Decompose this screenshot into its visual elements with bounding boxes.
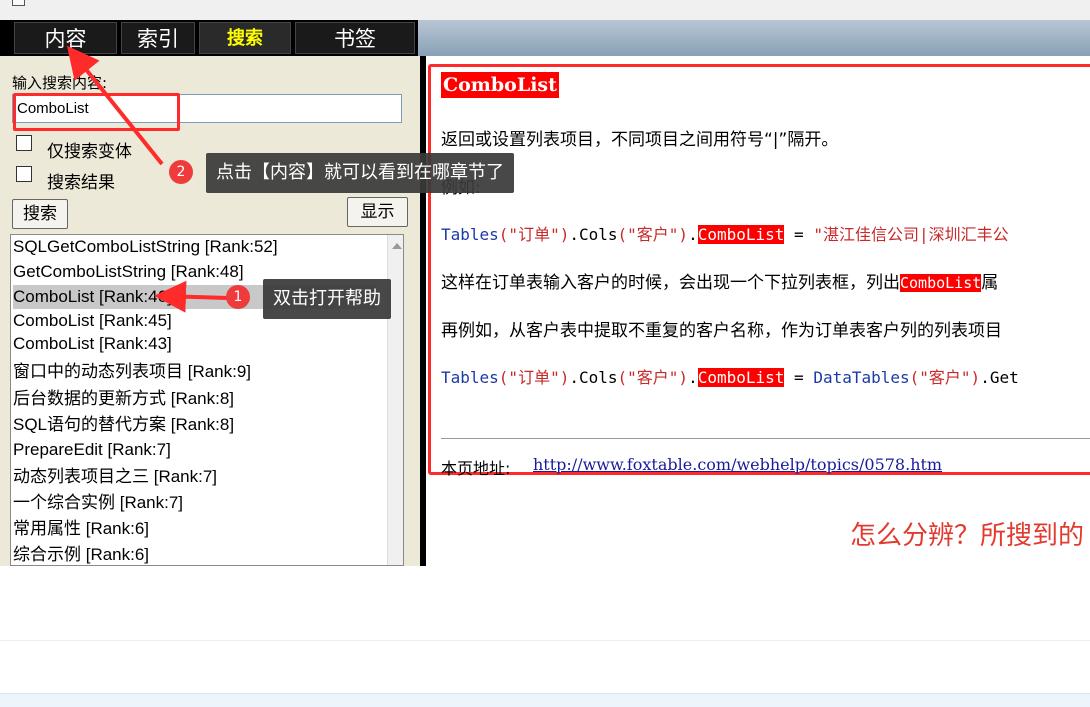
- list-item[interactable]: 窗口中的动态列表项目 [Rank:9]: [13, 360, 251, 384]
- annotation-badge-2: 2: [169, 160, 193, 184]
- code-token: .Cols: [569, 225, 618, 244]
- screenshot-stage: 内容 索引 搜索 书签 输入搜索内容: 仅搜索变体 搜索结果 搜索 显示 SQL…: [0, 0, 1090, 707]
- annotation-tooltip-2: 点击【内容】就可以看到在哪章节了: [206, 153, 514, 193]
- code-highlight: ComboList: [697, 368, 785, 387]
- scroll-up-arrow-icon[interactable]: [392, 243, 402, 249]
- display-button[interactable]: 显示: [347, 197, 408, 227]
- tab-index[interactable]: 索引: [121, 22, 195, 54]
- list-item[interactable]: 动态列表项目之三 [Rank:7]: [13, 465, 217, 489]
- window-icon: [12, 0, 25, 6]
- code-token: ("客户"): [617, 225, 689, 244]
- code-token: ("客户"): [909, 368, 981, 387]
- annotation-tooltip-1: 双击打开帮助: [263, 279, 391, 319]
- search-button[interactable]: 搜索: [12, 199, 68, 229]
- list-item[interactable]: ComboList [Rank:45]: [13, 309, 172, 333]
- list-item[interactable]: 综合示例 [Rank:6]: [13, 543, 149, 565]
- list-item[interactable]: SQLGetComboListString [Rank:52]: [13, 235, 278, 259]
- code-token: .Get: [980, 368, 1019, 387]
- paragraph-example2: 再例如，从客户表中提取不重复的客户名称，作为订单表客户列的列表项目: [441, 321, 1002, 341]
- page-url-link[interactable]: http://www.foxtable.com/webhelp/topics/0…: [533, 455, 942, 474]
- code-example-2: Tables("订单").Cols("客户").ComboList = Data…: [441, 364, 1019, 388]
- page-description: 返回或设置列表项目，不同项目之间用符号“|”隔开。: [441, 130, 839, 150]
- list-item[interactable]: 常用属性 [Rank:6]: [13, 517, 149, 541]
- code-token: "湛江佳信公司|深圳汇丰公: [813, 225, 1009, 244]
- list-item[interactable]: SQL语句的替代方案 [Rank:8]: [13, 413, 234, 437]
- code-token: =: [784, 225, 814, 244]
- page-divider: [0, 640, 1090, 641]
- bottom-bar: [0, 693, 1090, 707]
- list-item[interactable]: PrepareEdit [Rank:7]: [13, 438, 171, 462]
- paragraph-dropdown: 这样在订单表输入客户的时候，会出现一个下拉列表框，列出ComboList属: [441, 268, 998, 293]
- search-variants-label: 仅搜索变体: [47, 142, 132, 162]
- page-title: ComboList: [441, 72, 559, 98]
- window-top-strip: [0, 0, 1090, 20]
- tab-search[interactable]: 搜索: [199, 22, 291, 54]
- code-token: .: [688, 225, 698, 244]
- search-results-checkbox[interactable]: [16, 166, 32, 182]
- tab-bookmarks[interactable]: 书签: [295, 22, 415, 54]
- search-label: 输入搜索内容:: [12, 74, 108, 92]
- code-token: Tables: [441, 225, 499, 244]
- code-token: =: [784, 368, 814, 387]
- list-item[interactable]: GetComboListString [Rank:48]: [13, 260, 244, 284]
- code-token: .: [688, 368, 698, 387]
- content-divider: [441, 438, 1090, 439]
- code-highlight: ComboList: [697, 225, 785, 244]
- code-token: Tables: [441, 368, 499, 387]
- code-example-1: Tables("订单").Cols("客户").ComboList = "湛江佳…: [441, 221, 1009, 245]
- code-token: ("订单"): [498, 368, 570, 387]
- search-results-label: 搜索结果: [47, 173, 115, 193]
- page-url-label: 本页地址:: [441, 459, 511, 478]
- list-item[interactable]: 一个综合实例 [Rank:7]: [13, 491, 183, 515]
- search-variants-checkbox[interactable]: [16, 135, 32, 151]
- annotation-badge-1: 1: [226, 285, 250, 309]
- text-highlight: ComboList: [900, 274, 982, 292]
- list-item[interactable]: 后台数据的更新方式 [Rank:8]: [13, 387, 234, 411]
- code-token: ("客户"): [617, 368, 689, 387]
- tab-contents[interactable]: 内容: [14, 22, 117, 54]
- code-token: DataTables: [813, 368, 910, 387]
- list-item[interactable]: ComboList [Rank:43]: [13, 332, 172, 356]
- code-token: .Cols: [569, 368, 618, 387]
- annotation-search-highlight-box: [13, 93, 180, 131]
- paragraph-text: 属: [981, 273, 999, 293]
- annotation-note: 怎么分辨？所搜到的: [850, 521, 1085, 551]
- paragraph-text: 这样在订单表输入客户的时候，会出现一个下拉列表框，列出: [441, 273, 900, 293]
- code-token: ("订单"): [498, 225, 570, 244]
